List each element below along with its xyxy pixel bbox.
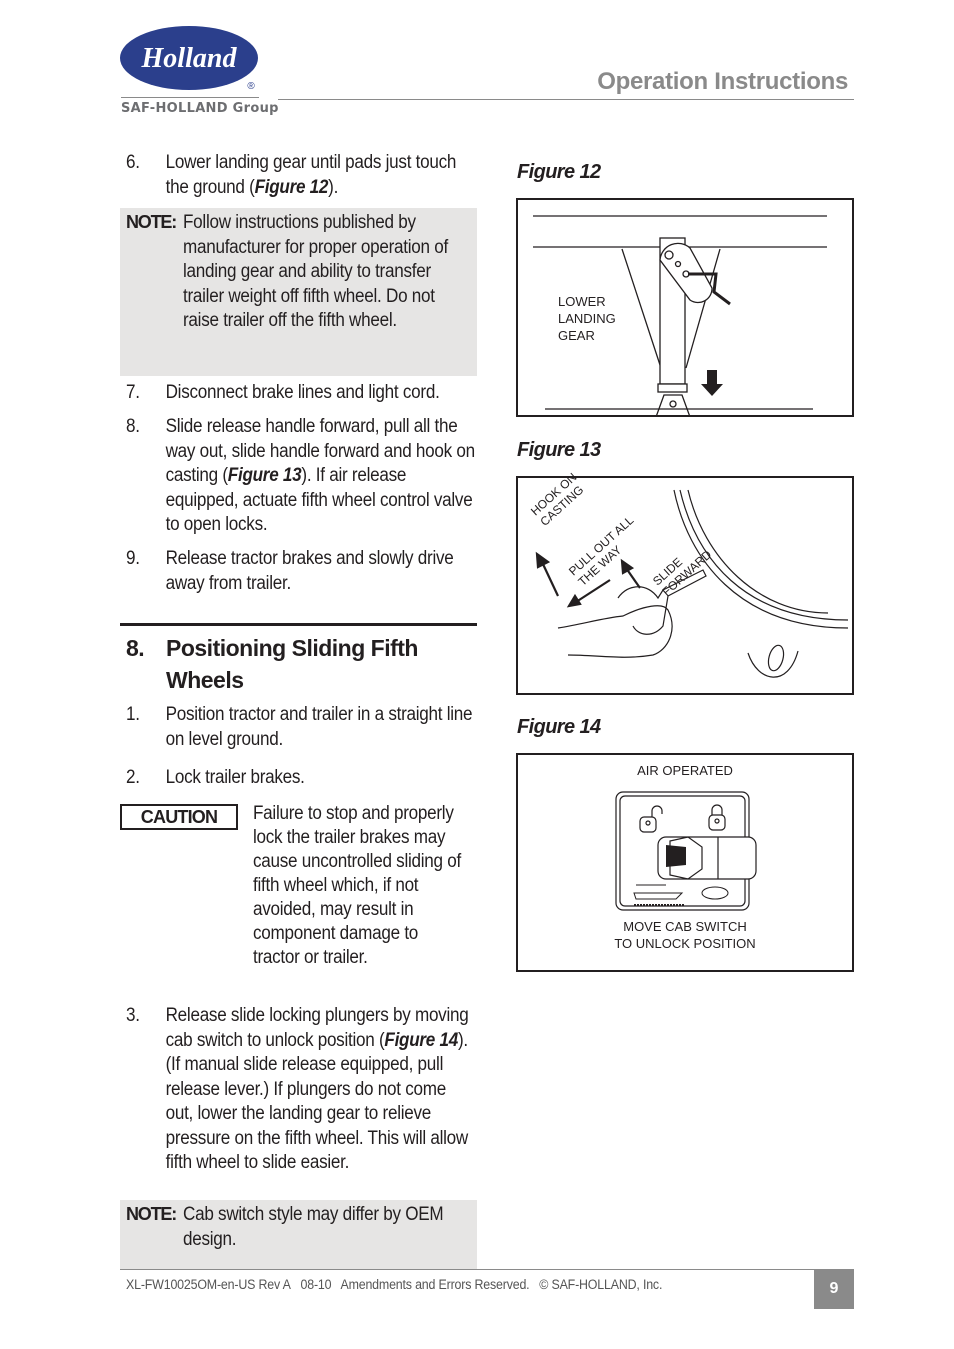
step-number: 8.	[126, 416, 140, 437]
figure-14-link[interactable]: Figure 14	[384, 1030, 458, 1051]
step-text: Disconnect brake lines and light cord.	[165, 382, 440, 403]
step-8: 8. Slide release handle forward, pull al…	[126, 415, 475, 538]
holland-badge-icon	[701, 886, 729, 900]
unlocked-padlock-icon	[639, 805, 663, 833]
section-heading: 8. Positioning Sliding Fifth Wheels	[126, 632, 466, 696]
figure-14-title: Figure 14	[517, 716, 601, 738]
section-number: 8.	[126, 635, 145, 661]
copyright: © SAF-HOLLAND, Inc.	[539, 1277, 663, 1292]
note-box: NOTE: Follow instructions published by m…	[120, 208, 477, 376]
logo-wordmark: Holland	[141, 43, 238, 74]
figure-13: HOOK ON CASTING PULL OUT ALL THE WAY SLI…	[516, 470, 854, 695]
step-text: Lower landing gear until pads just touch…	[165, 152, 457, 198]
locked-padlock-icon	[708, 804, 726, 831]
holland-logo-icon: Holland ®	[120, 26, 258, 92]
section-divider	[120, 623, 477, 626]
step-number: 9.	[126, 548, 140, 569]
note-label: NOTE:	[126, 1204, 177, 1224]
step-number: 2.	[126, 767, 140, 788]
note-label: NOTE:	[126, 212, 177, 232]
step-number: 6.	[126, 152, 140, 173]
release-handle-illustration	[535, 489, 849, 678]
footer-divider	[120, 1269, 854, 1270]
note-text: Cab switch style may differ by OEM desig…	[183, 1204, 444, 1250]
step-text: Position tractor and trailer in a straig…	[165, 704, 473, 750]
figure-12-link[interactable]: Figure 12	[255, 177, 329, 198]
slider-icon	[633, 884, 684, 906]
step-number: 3.	[126, 1005, 140, 1026]
doc-date: 08-10	[300, 1277, 332, 1292]
header-divider	[278, 99, 854, 100]
section-step-1: 1. Position tractor and trailer in a str…	[126, 703, 473, 752]
step-text: Release slide locking plungers by moving…	[165, 1005, 469, 1173]
fig14-bottom-label: MOVE CAB SWITCH TO UNLOCK POSITION	[614, 919, 756, 951]
logo-group-text: SAF-HOLLAND Group	[121, 101, 279, 116]
note-box-2: NOTE: Cab switch style may differ by OEM…	[120, 1200, 477, 1269]
section-step-2: 2. Lock trailer brakes.	[126, 766, 441, 791]
section-title: Positioning Sliding Fifth Wheels	[166, 635, 418, 693]
fig12-label: LOWER LANDING GEAR	[558, 294, 616, 343]
figure-12-title: Figure 12	[517, 161, 601, 183]
holland-logo: Holland ®	[120, 25, 260, 93]
logo-divider	[121, 97, 259, 98]
figure-12: LOWER LANDING GEAR	[516, 198, 854, 417]
step-9: 9. Release tractor brakes and slowly dri…	[126, 547, 454, 596]
down-arrow-icon	[701, 370, 723, 396]
step-text: Slide release handle forward, pull all t…	[165, 416, 476, 535]
footer-text: XL-FW10025OM-en-US Rev A 08-10 Amendment…	[126, 1277, 662, 1292]
note-text: Follow instructions published by manufac…	[183, 212, 448, 331]
section-step-3: 3. Release slide locking plungers by mov…	[126, 1004, 469, 1176]
step-6: 6. Lower landing gear until pads just to…	[126, 151, 456, 200]
figure-14: AIR OPERATED MOVE CAB SWITCH TO UNLOCK P…	[516, 753, 854, 972]
step-text: Release tractor brakes and slowly drive …	[165, 548, 454, 594]
step-text: Lock trailer brakes.	[165, 767, 305, 788]
doc-id: XL-FW10025OM-en-US Rev A	[126, 1277, 291, 1292]
caution-text: Failure to stop and properly lock the tr…	[253, 803, 461, 968]
step-number: 1.	[126, 704, 140, 725]
figure-13-title: Figure 13	[517, 439, 601, 461]
registered-mark: ®	[247, 81, 255, 92]
notice: Amendments and Errors Reserved.	[340, 1277, 530, 1292]
step-7: 7. Disconnect brake lines and light cord…	[126, 381, 441, 406]
page-title: Operation Instructions	[597, 68, 848, 95]
step-number: 7.	[126, 382, 140, 403]
page-number: 9	[814, 1269, 854, 1309]
caution-badge: CAUTION	[120, 804, 238, 830]
figure-13-link[interactable]: Figure 13	[228, 465, 302, 486]
